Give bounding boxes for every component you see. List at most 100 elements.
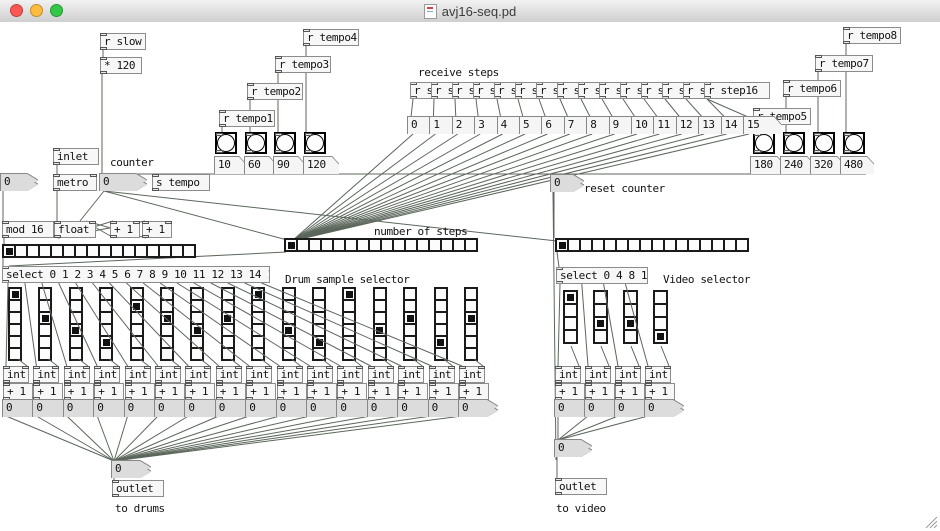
- object-plus1-drum-6[interactable]: + 1: [185, 383, 215, 400]
- object-int-drum-0[interactable]: int: [3, 366, 29, 383]
- msgbox-zero-left[interactable]: 0: [1, 174, 38, 191]
- object-r-tempo6[interactable]: r tempo6: [783, 80, 841, 97]
- object-r-tempo7[interactable]: r tempo7: [815, 55, 873, 72]
- object-int-drum-15[interactable]: int: [459, 366, 485, 383]
- bang-tempo2[interactable]: [245, 132, 267, 154]
- object-int-drum-13[interactable]: int: [398, 366, 424, 383]
- numbox-step-15[interactable]: 15: [744, 117, 781, 134]
- numbox-tempo8[interactable]: 480: [841, 157, 874, 174]
- object-r-step11[interactable]: r s: [620, 82, 642, 99]
- pd-canvas[interactable]: r slow * 120 receive steps inlet counter…: [0, 22, 940, 531]
- bang-tempo4[interactable]: [304, 132, 326, 154]
- object-int-drum-6[interactable]: int: [185, 366, 211, 383]
- numbox-drum-out-15[interactable]: 0: [459, 400, 498, 417]
- object-r-step13[interactable]: r s: [662, 82, 684, 99]
- object-plus1-drum-11[interactable]: + 1: [337, 383, 367, 400]
- numbox-tempo5[interactable]: 180: [751, 157, 784, 174]
- object-int-video-3[interactable]: int: [645, 366, 671, 383]
- numbox-counter-value[interactable]: 0: [100, 174, 147, 191]
- numbox-video-out-3[interactable]: 0: [645, 400, 684, 417]
- object-r-step3[interactable]: r s: [452, 82, 474, 99]
- object-int-drum-5[interactable]: int: [155, 366, 181, 383]
- object-plus1-drum-9[interactable]: + 1: [277, 383, 307, 400]
- object-outlet-video[interactable]: outlet: [555, 478, 607, 495]
- object-r-step7[interactable]: r s: [536, 82, 558, 99]
- object-multiply-120[interactable]: * 120: [100, 57, 142, 74]
- close-button[interactable]: [10, 4, 23, 17]
- object-plus1-drum-5[interactable]: + 1: [155, 383, 185, 400]
- object-outlet-drums[interactable]: outlet: [112, 480, 164, 497]
- object-plus1-video-2[interactable]: + 1: [615, 383, 645, 400]
- numbox-drums-collector[interactable]: 0: [112, 461, 151, 478]
- object-select-video[interactable]: select 0 4 8 12: [556, 267, 648, 284]
- object-r-step14[interactable]: r s: [683, 82, 705, 99]
- object-plus1-drum-1[interactable]: + 1: [33, 383, 63, 400]
- numbox-video-collector[interactable]: 0: [555, 440, 592, 457]
- bang-tempo8[interactable]: [843, 132, 865, 154]
- object-int-video-2[interactable]: int: [615, 366, 641, 383]
- msgbox-reset-zero[interactable]: 0: [551, 175, 584, 192]
- object-r-slow[interactable]: r slow: [100, 33, 146, 50]
- bang-tempo7[interactable]: [813, 132, 835, 154]
- object-select-drum[interactable]: select 0 1 2 3 4 5 6 7 8 9 10 11 12 13 1…: [2, 266, 270, 283]
- numbox-tempo3[interactable]: 90: [274, 157, 305, 174]
- object-r-step8[interactable]: r s: [557, 82, 579, 99]
- minimize-button[interactable]: [30, 4, 43, 17]
- object-mod-16[interactable]: mod 16: [2, 221, 54, 238]
- bang-tempo1[interactable]: [215, 132, 237, 154]
- object-plus-1-b[interactable]: + 1: [142, 221, 172, 238]
- object-int-video-1[interactable]: int: [585, 366, 611, 383]
- object-r-step10[interactable]: r s: [599, 82, 621, 99]
- object-r-tempo3[interactable]: r tempo3: [275, 56, 331, 73]
- object-int-drum-1[interactable]: int: [33, 366, 59, 383]
- object-int-drum-4[interactable]: int: [125, 366, 151, 383]
- object-plus1-drum-3[interactable]: + 1: [94, 383, 124, 400]
- object-r-step6[interactable]: r s: [515, 82, 537, 99]
- object-int-drum-3[interactable]: int: [94, 366, 120, 383]
- object-float[interactable]: float: [54, 221, 96, 238]
- object-plus1-video-1[interactable]: + 1: [585, 383, 615, 400]
- numbox-tempo1[interactable]: 10: [215, 157, 246, 174]
- object-r-tempo8[interactable]: r tempo8: [843, 27, 901, 44]
- object-int-drum-14[interactable]: int: [429, 366, 455, 383]
- object-r-step16[interactable]: r step16: [704, 82, 770, 99]
- zoom-button[interactable]: [50, 4, 63, 17]
- object-int-video-0[interactable]: int: [555, 366, 581, 383]
- object-r-step2[interactable]: r s: [431, 82, 453, 99]
- object-plus1-drum-2[interactable]: + 1: [64, 383, 94, 400]
- object-plus1-drum-13[interactable]: + 1: [398, 383, 428, 400]
- object-int-drum-7[interactable]: int: [216, 366, 242, 383]
- object-plus1-video-3[interactable]: + 1: [645, 383, 675, 400]
- object-r-tempo1[interactable]: r tempo1: [219, 110, 275, 127]
- numbox-tempo6[interactable]: 240: [781, 157, 814, 174]
- object-plus1-drum-4[interactable]: + 1: [125, 383, 155, 400]
- resize-grip[interactable]: [924, 515, 938, 529]
- object-plus1-drum-12[interactable]: + 1: [368, 383, 398, 400]
- object-r-tempo4[interactable]: r tempo4: [303, 29, 359, 46]
- object-int-drum-9[interactable]: int: [277, 366, 303, 383]
- bang-tempo6[interactable]: [783, 132, 805, 154]
- object-plus1-drum-0[interactable]: + 1: [3, 383, 33, 400]
- object-plus1-drum-7[interactable]: + 1: [216, 383, 246, 400]
- object-r-tempo2[interactable]: r tempo2: [247, 83, 303, 100]
- object-int-drum-12[interactable]: int: [368, 366, 394, 383]
- object-plus1-drum-14[interactable]: + 1: [429, 383, 459, 400]
- object-inlet[interactable]: inlet: [53, 148, 99, 165]
- object-plus1-drum-15[interactable]: + 1: [459, 383, 489, 400]
- object-int-drum-8[interactable]: int: [246, 366, 272, 383]
- object-metro[interactable]: metro: [53, 174, 97, 191]
- object-plus1-video-0[interactable]: + 1: [555, 383, 585, 400]
- object-plus1-drum-8[interactable]: + 1: [246, 383, 276, 400]
- bang-tempo3[interactable]: [274, 132, 296, 154]
- object-r-step12[interactable]: r s: [641, 82, 663, 99]
- object-plus1-drum-10[interactable]: + 1: [307, 383, 337, 400]
- numbox-tempo4[interactable]: 120: [304, 157, 339, 174]
- object-int-drum-10[interactable]: int: [307, 366, 333, 383]
- numbox-tempo2[interactable]: 60: [245, 157, 276, 174]
- object-int-drum-2[interactable]: int: [64, 366, 90, 383]
- numbox-tempo7[interactable]: 320: [811, 157, 844, 174]
- object-r-step1[interactable]: r s: [410, 82, 432, 99]
- bang-tempo5[interactable]: [753, 132, 775, 154]
- object-r-step5[interactable]: r s: [494, 82, 516, 99]
- object-plus-1-a[interactable]: + 1: [110, 221, 140, 238]
